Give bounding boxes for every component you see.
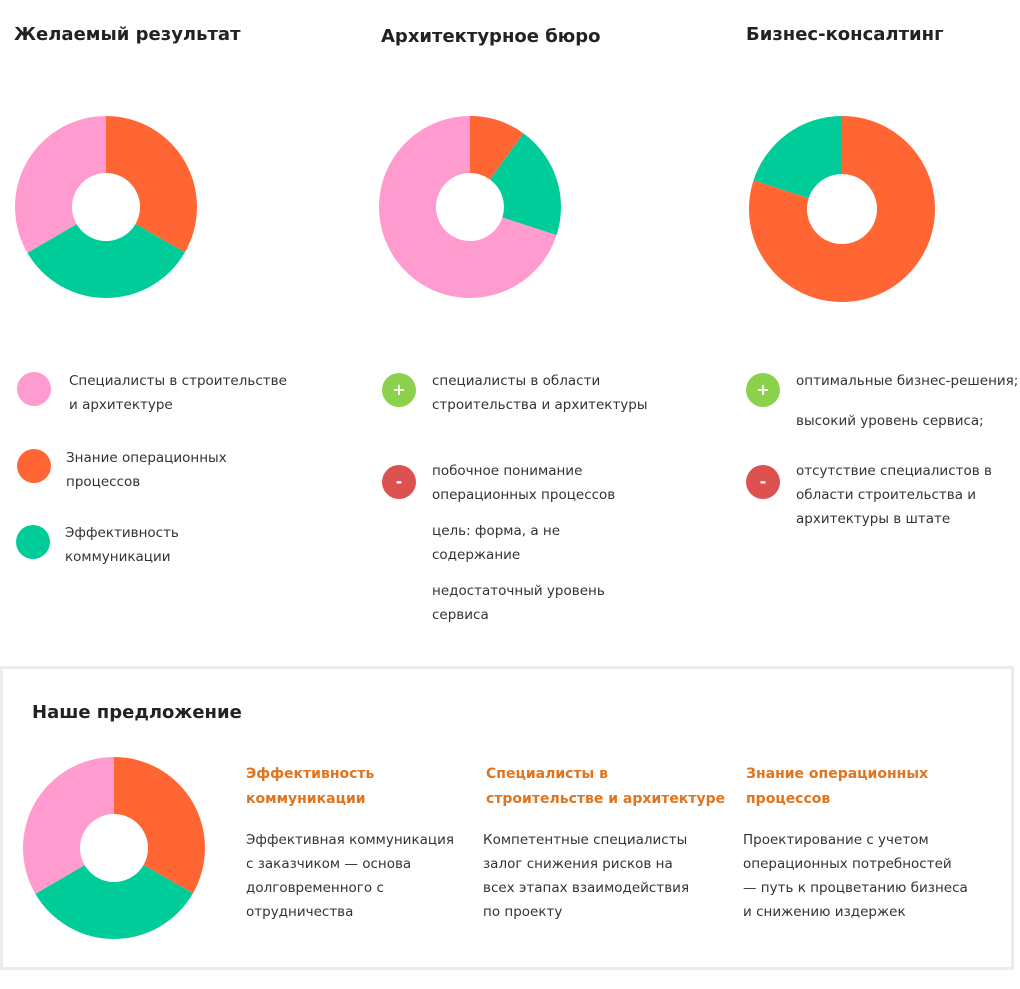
con-item: цель: форма, а не содержание xyxy=(432,523,561,563)
minus-icon: - xyxy=(382,465,416,499)
donut-slice xyxy=(15,116,106,253)
offer-panel: Наше предложение Эффективность коммуника… xyxy=(0,666,1014,970)
con-item: недостаточный уровень сервиса xyxy=(432,583,605,623)
chart-title-desired: Желаемый результат xyxy=(14,24,241,45)
offer-item-text: Эффективная коммуникация с заказчиком — … xyxy=(246,832,454,920)
offer-item-title: Специалисты в строительстве и архитектур… xyxy=(486,766,726,807)
legend-label-communication: Эффективность коммуникации xyxy=(65,525,179,565)
legend-label-specialists: Специалисты в строительстве и архитектур… xyxy=(69,373,287,413)
con-item: побочное понимание операционных процессо… xyxy=(432,463,616,503)
offer-item-text: Компетентные специалисты залог снижения … xyxy=(483,832,690,920)
legend-dot-pink xyxy=(17,372,51,406)
con-item: отсутствие специалистов в области строит… xyxy=(796,463,992,527)
donut-chart-desired xyxy=(15,116,197,298)
offer-item-text: Проектирование с учетом операционных пот… xyxy=(743,832,968,920)
chart-title-business-consulting: Бизнес-консалтинг xyxy=(746,24,944,45)
plus-icon: + xyxy=(382,373,416,407)
offer-item-title: Эффективность коммуникации xyxy=(246,766,375,807)
legend-dot-green xyxy=(16,525,50,559)
pro-item: специалисты в области строительства и ар… xyxy=(432,373,648,413)
plus-icon: + xyxy=(746,373,780,407)
donut-slice xyxy=(114,757,205,894)
pro-item: высокий уровень сервиса; xyxy=(796,413,984,429)
legend-label-operations: Знание операционных процессов xyxy=(66,450,227,490)
donut-slice xyxy=(106,116,197,253)
offer-title: Наше предложение xyxy=(32,702,242,723)
donut-chart-business-consulting xyxy=(749,116,935,302)
offer-item-title: Знание операционных процессов xyxy=(746,766,929,807)
chart-title-architecture-bureau: Архитектурное бюро xyxy=(381,26,601,47)
donut-slice xyxy=(23,757,114,894)
minus-icon: - xyxy=(746,465,780,499)
legend-dot-orange xyxy=(17,449,51,483)
pro-item: оптимальные бизнес-решения; xyxy=(796,373,1019,389)
donut-chart-architecture-bureau xyxy=(379,116,561,298)
donut-chart-offer xyxy=(23,757,205,939)
